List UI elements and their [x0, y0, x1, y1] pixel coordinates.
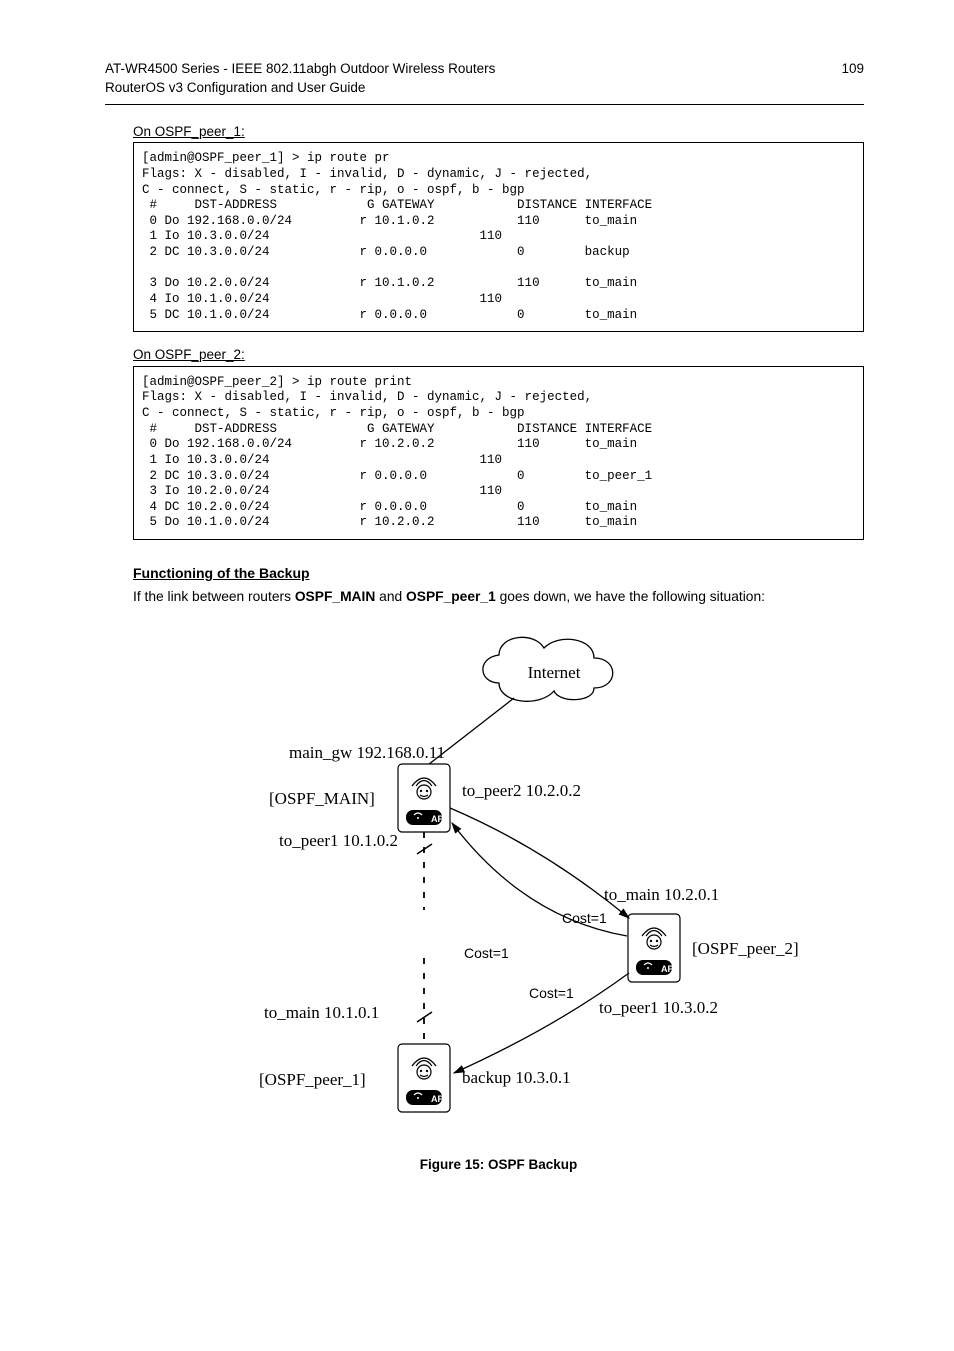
header-line2: RouterOS v3 Configuration and User Guide	[105, 80, 365, 95]
code-label-2: On OSPF_peer_2:	[133, 346, 864, 364]
to-peer1-b-label: to_peer1 10.3.0.2	[599, 998, 718, 1017]
header-line1: AT-WR4500 Series - IEEE 802.11abgh Outdo…	[105, 61, 495, 76]
internet-label: Internet	[527, 663, 580, 682]
backup-label: backup 10.3.0.1	[462, 1068, 571, 1087]
router-ospf-main-icon	[398, 764, 450, 832]
main-gw-label: main_gw 192.168.0.11	[289, 743, 445, 762]
section-heading: Functioning of the Backup	[133, 564, 864, 582]
to-main-b-label: to_main 10.2.0.1	[604, 885, 719, 904]
ospf-peer2-label: [OSPF_peer_2]	[692, 939, 799, 958]
router-ospf-peer1-icon	[398, 1044, 450, 1112]
to-peer2-label: to_peer2 10.2.0.2	[462, 781, 581, 800]
section-body: If the link between routers OSPF_MAIN an…	[133, 588, 864, 606]
cost-label-3: Cost=1	[529, 985, 574, 1001]
page-header: AT-WR4500 Series - IEEE 802.11abgh Outdo…	[105, 60, 864, 105]
cost-label-2: Cost=1	[464, 945, 509, 961]
router-ospf-peer2-icon	[628, 914, 680, 982]
to-main-a-label: to_main 10.1.0.1	[264, 1003, 379, 1022]
code-block-1: [admin@OSPF_peer_1] > ip route pr Flags:…	[133, 142, 864, 332]
code-block-2: [admin@OSPF_peer_2] > ip route print Fla…	[133, 366, 864, 540]
code-content-2: [admin@OSPF_peer_2] > ip route print Fla…	[142, 375, 855, 531]
network-diagram: AP Internet main_gw 192.168.0.11 [OSPF_M…	[133, 618, 864, 1174]
ospf-main-label: [OSPF_MAIN]	[269, 789, 375, 808]
internet-cloud-icon: Internet	[482, 637, 612, 701]
code-content-1: [admin@OSPF_peer_1] > ip route pr Flags:…	[142, 151, 855, 323]
to-peer1-a-label: to_peer1 10.1.0.2	[279, 831, 398, 850]
ospf-peer1-label: [OSPF_peer_1]	[259, 1070, 366, 1089]
figure-caption: Figure 15: OSPF Backup	[133, 1156, 864, 1174]
header-title: AT-WR4500 Series - IEEE 802.11abgh Outdo…	[105, 60, 495, 98]
page-number: 109	[841, 60, 864, 78]
code-label-1: On OSPF_peer_1:	[133, 123, 864, 141]
